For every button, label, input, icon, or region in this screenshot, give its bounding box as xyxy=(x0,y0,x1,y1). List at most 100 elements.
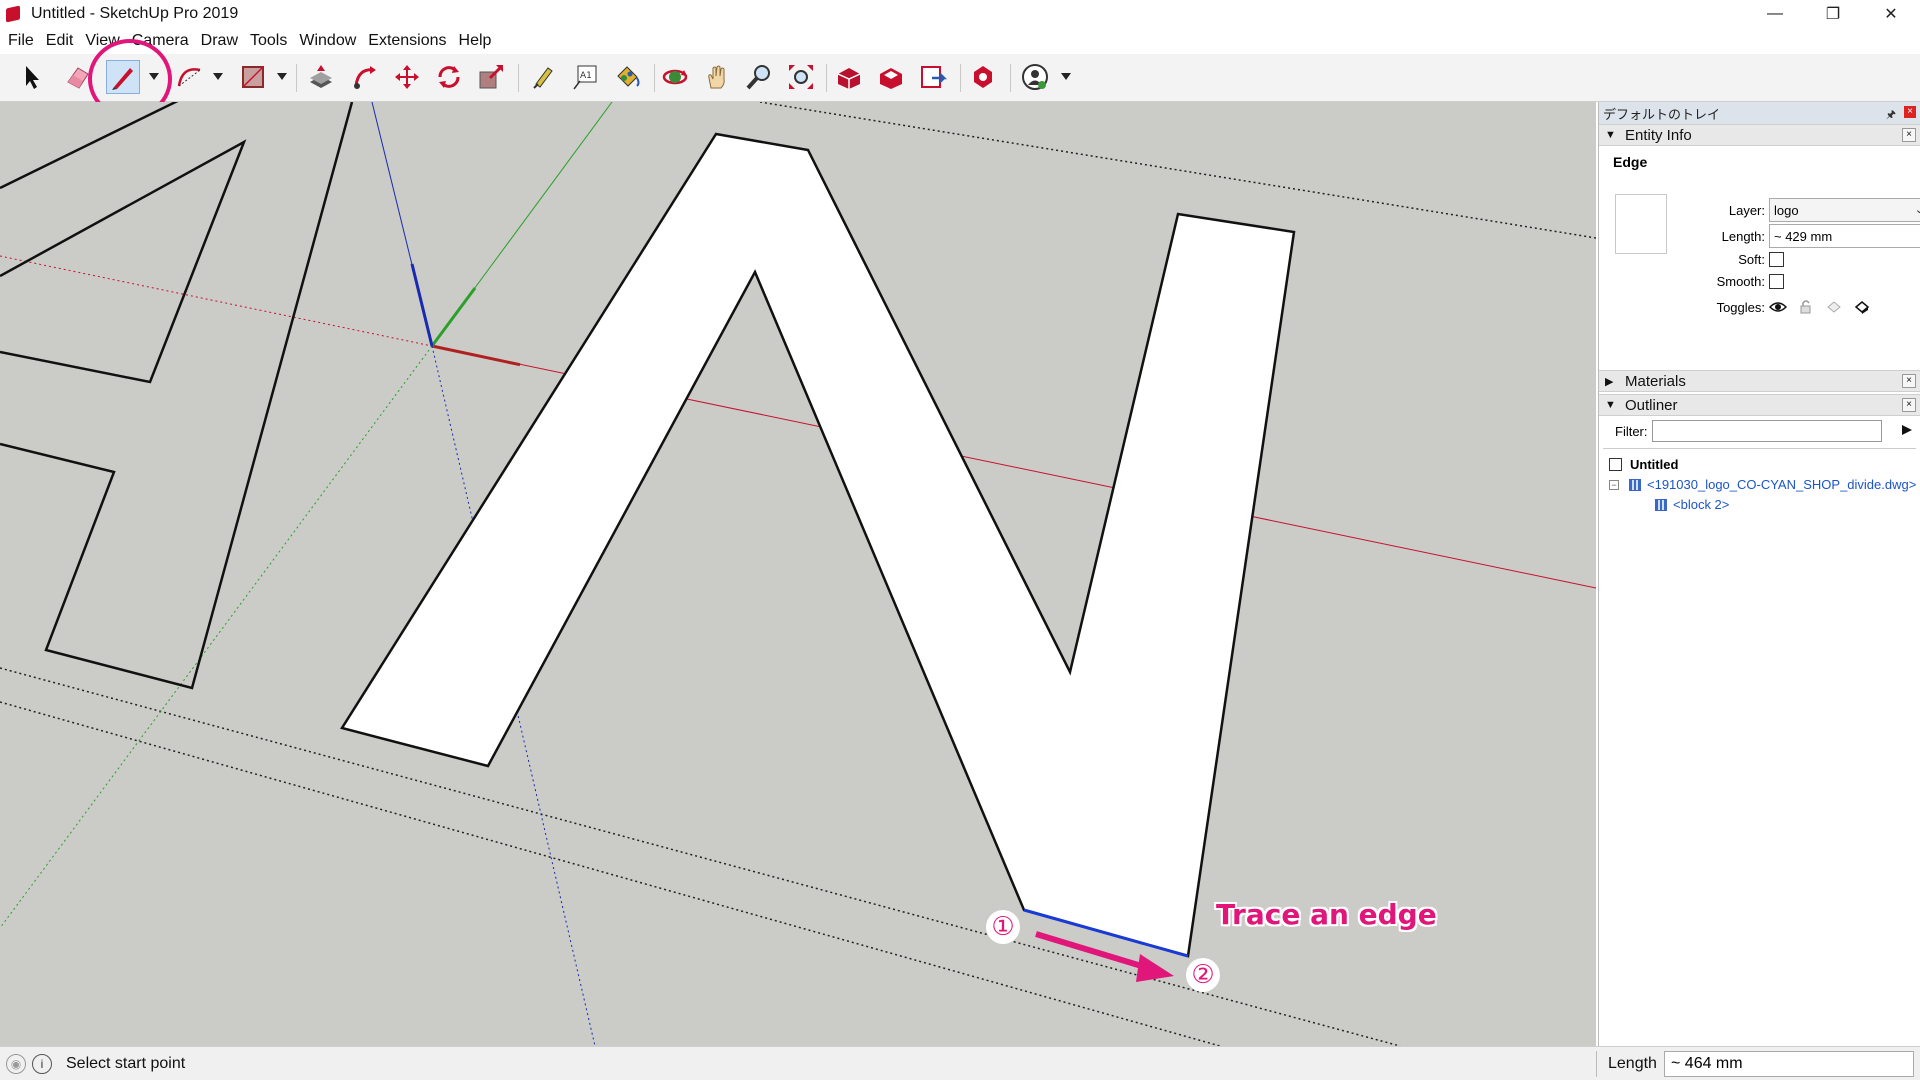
smooth-checkbox[interactable] xyxy=(1769,274,1784,289)
toggles-row: Toggles: xyxy=(1659,298,1871,316)
pin-icon[interactable]: 🖈 xyxy=(1886,106,1896,125)
menu-extensions[interactable]: Extensions xyxy=(362,32,452,50)
zoom-tool-icon[interactable] xyxy=(742,60,776,94)
window-title: Untitled - SketchUp Pro 2019 xyxy=(31,5,239,22)
outliner-item[interactable]: <block 2> xyxy=(1655,497,1729,512)
menu-edit[interactable]: Edit xyxy=(40,32,80,50)
select-tool-icon[interactable] xyxy=(14,60,48,94)
layer-value: logo xyxy=(1774,202,1799,218)
menu-file[interactable]: File xyxy=(2,32,40,50)
geo-location-icon[interactable]: ◉ xyxy=(6,1053,26,1074)
menu-view[interactable]: View xyxy=(79,32,125,50)
smooth-row: Smooth: xyxy=(1659,274,1784,289)
text-tool-icon[interactable]: A1 xyxy=(568,60,602,94)
materials-close-icon[interactable]: × xyxy=(1902,374,1916,388)
tape-measure-tool-icon[interactable] xyxy=(526,60,560,94)
tray-title: デフォルトのトレイ xyxy=(1603,106,1721,122)
move-tool-icon[interactable] xyxy=(390,60,424,94)
svg-text:A1: A1 xyxy=(580,71,592,81)
length-field[interactable]: ~ 429 mm xyxy=(1769,224,1920,248)
outliner-item-label: <block 2> xyxy=(1673,497,1730,512)
layer-select[interactable]: logo ⌄ xyxy=(1769,198,1920,222)
length-row: Length: ~ 429 mm xyxy=(1659,224,1920,248)
line-tool-dropdown-icon[interactable] xyxy=(148,70,160,84)
line-tool-icon[interactable] xyxy=(106,60,140,94)
3d-warehouse-icon[interactable] xyxy=(832,60,866,94)
zoom-extents-tool-icon[interactable] xyxy=(784,60,818,94)
visibility-eye-icon[interactable] xyxy=(1769,298,1787,316)
outliner-header[interactable]: ▼ Outliner × xyxy=(1599,394,1920,416)
menu-camera[interactable]: Camera xyxy=(126,32,195,50)
tray-title-bar: デフォルトのトレイ 🖈 × xyxy=(1599,102,1920,124)
extension-manager-icon[interactable] xyxy=(966,60,1000,94)
receive-shadows-icon[interactable] xyxy=(1853,298,1871,316)
outliner-title: Outliner xyxy=(1625,396,1678,414)
soft-label: Soft: xyxy=(1738,252,1765,267)
measurements-value: ~ 464 mm xyxy=(1671,1055,1743,1072)
rectangle-tool-dropdown-icon[interactable] xyxy=(276,70,288,84)
outliner-item[interactable]: − <191030_logo_CO-CYAN_SHOP_divide.dwg> xyxy=(1609,477,1916,492)
entity-info-close-icon[interactable]: × xyxy=(1902,128,1916,142)
filter-input[interactable] xyxy=(1651,420,1882,442)
layout-send-icon[interactable] xyxy=(916,60,950,94)
large-toolset-toolbar: A1 xyxy=(0,54,1920,102)
materials-header[interactable]: ▶ Materials × xyxy=(1599,370,1920,392)
layer-label: Layer: xyxy=(1728,202,1765,218)
measurements-input[interactable]: ~ 464 mm xyxy=(1664,1051,1914,1077)
model-icon xyxy=(1609,458,1622,471)
collapse-minus-icon[interactable]: − xyxy=(1609,479,1619,490)
collapsed-triangle-icon: ▶ xyxy=(1605,375,1614,388)
arc-tool-dropdown-icon[interactable] xyxy=(212,70,224,84)
title-bar: Untitled - SketchUp Pro 2019 — ❐ ✕ xyxy=(0,0,1920,28)
outliner-item-label: <191030_logo_CO-CYAN_SHOP_divide.dwg> xyxy=(1647,477,1917,492)
maximize-button[interactable]: ❐ xyxy=(1804,0,1862,28)
chevron-down-icon: ⌄ xyxy=(1914,204,1920,216)
profile-dropdown-icon[interactable] xyxy=(1060,70,1072,84)
info-icon[interactable]: i xyxy=(32,1053,52,1074)
outliner-root-label: Untitled xyxy=(1630,457,1679,472)
close-button[interactable]: ✕ xyxy=(1862,0,1920,28)
follow-me-tool-icon[interactable] xyxy=(348,60,382,94)
menu-window[interactable]: Window xyxy=(293,32,362,50)
entity-info-header[interactable]: ▼ Entity Info × xyxy=(1599,124,1920,146)
minimize-button[interactable]: — xyxy=(1746,0,1804,28)
annotation-step-2: ② xyxy=(1186,958,1220,992)
profile-account-icon[interactable] xyxy=(1018,60,1052,94)
menu-draw[interactable]: Draw xyxy=(195,32,244,50)
entity-info-title: Entity Info xyxy=(1625,126,1692,144)
cast-shadows-icon[interactable] xyxy=(1825,298,1843,316)
status-message: Select start point xyxy=(66,1054,186,1072)
scale-tool-icon[interactable] xyxy=(474,60,508,94)
outliner-close-icon[interactable]: × xyxy=(1902,398,1916,412)
pan-tool-icon[interactable] xyxy=(700,60,734,94)
outliner-panel: ▼ Outliner × Filter: Untitled − <191030_… xyxy=(1599,394,1920,958)
outliner-tree: Untitled − <191030_logo_CO-CYAN_SHOP_div… xyxy=(1603,448,1916,958)
annotation-label: Trace an edge xyxy=(1216,898,1437,931)
toggles-label: Toggles: xyxy=(1716,299,1765,315)
length-value: ~ 429 mm xyxy=(1774,228,1833,244)
arc-tool-icon[interactable] xyxy=(172,60,206,94)
filter-label: Filter: xyxy=(1615,423,1648,439)
menu-tools[interactable]: Tools xyxy=(244,32,293,50)
extension-warehouse-icon[interactable] xyxy=(874,60,908,94)
length-label: Length: xyxy=(1721,228,1765,244)
status-bar: ◉ i Select start point Length ~ 464 mm xyxy=(0,1046,1920,1080)
modeling-viewport[interactable]: ① ② Trace an edge xyxy=(0,102,1596,1046)
rotate-tool-icon[interactable] xyxy=(432,60,466,94)
rectangle-tool-icon[interactable] xyxy=(236,60,270,94)
push-pull-tool-icon[interactable] xyxy=(304,60,338,94)
outliner-filter-row: Filter: xyxy=(1599,416,1920,446)
paint-bucket-tool-icon[interactable] xyxy=(610,60,644,94)
lock-icon[interactable] xyxy=(1797,298,1815,316)
orbit-tool-icon[interactable] xyxy=(658,60,692,94)
materials-title: Materials xyxy=(1625,372,1686,390)
eraser-tool-icon[interactable] xyxy=(60,60,94,94)
menu-help[interactable]: Help xyxy=(453,32,498,50)
tray-close-button[interactable]: × xyxy=(1904,106,1916,118)
default-tray: デフォルトのトレイ 🖈 × ▼ Entity Info × Edge Layer… xyxy=(1598,102,1920,1046)
layer-row: Layer: logo ⌄ xyxy=(1659,198,1920,222)
outliner-root[interactable]: Untitled xyxy=(1609,457,1678,472)
soft-checkbox[interactable] xyxy=(1769,252,1784,267)
outliner-details-arrow-icon[interactable] xyxy=(1900,423,1914,437)
window-controls: — ❐ ✕ xyxy=(1746,0,1920,28)
